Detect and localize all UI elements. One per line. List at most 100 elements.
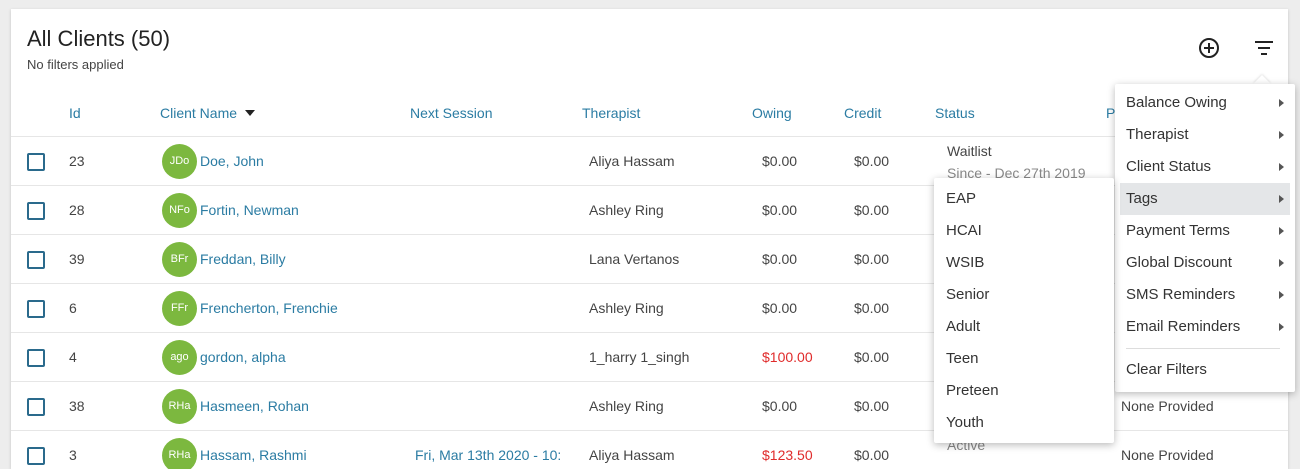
chevron-right-icon [1279,195,1284,203]
filter-menu-item-sms-reminders[interactable]: SMS Reminders [1120,279,1290,311]
therapist-name: Ashley Ring [589,202,664,218]
sort-desc-icon [245,110,256,117]
chevron-right-icon [1279,131,1284,139]
row-checkbox[interactable] [27,202,45,220]
owing-amount: $123.50 [762,447,813,463]
filter-menu-item-client-status[interactable]: Client Status [1120,151,1290,183]
credit-amount: $0.00 [854,447,890,463]
client-name-link[interactable]: Hasmeen, Rohan [200,398,309,414]
extra-value: None Provided [1121,447,1214,463]
avatar: RHa [162,389,197,424]
client-id: 6 [69,300,77,316]
tag-option-youth[interactable]: Youth [946,414,984,431]
clear-filters-button[interactable]: Clear Filters [1120,354,1290,386]
row-checkbox[interactable] [27,447,45,465]
client-id: 4 [69,349,77,365]
chevron-right-icon [1279,227,1284,235]
column-header-therapist[interactable]: Therapist [582,105,640,121]
column-header-credit[interactable]: Credit [844,105,881,121]
filter-menu-item-email-reminders[interactable]: Email Reminders [1120,311,1290,343]
plus-circle-icon[interactable] [1198,37,1220,59]
menu-item-label: SMS Reminders [1126,286,1236,303]
client-id: 38 [69,398,85,414]
filter-menu-item-global-discount[interactable]: Global Discount [1120,247,1290,279]
chevron-right-icon [1279,323,1284,331]
tag-option-preteen[interactable]: Preteen [946,382,999,399]
avatar: FFr [162,291,197,326]
next-session-link[interactable]: Fri, Mar 13th 2020 - 10: [415,447,561,463]
therapist-name: Ashley Ring [589,398,664,414]
avatar: NFo [162,193,197,228]
client-id: 39 [69,251,85,267]
filter-menu-item-therapist[interactable]: Therapist [1120,119,1290,151]
tag-option-wsib[interactable]: WSIB [946,254,984,271]
owing-amount: $0.00 [762,153,798,169]
filter-menu: Balance Owing Therapist Client Status Ta… [1115,84,1295,392]
tag-option-hcai[interactable]: HCAI [946,222,982,239]
avatar: RHa [162,438,197,469]
owing-amount: $0.00 [762,398,798,414]
client-id: 28 [69,202,85,218]
filter-menu-item-tags[interactable]: Tags [1120,183,1290,215]
menu-divider [1126,348,1280,349]
menu-item-label: Client Status [1126,158,1212,175]
filter-icon[interactable] [1253,39,1275,57]
credit-amount: $0.00 [854,202,890,218]
credit-amount: $0.00 [854,153,890,169]
owing-amount: $100.00 [762,349,813,365]
row-checkbox[interactable] [27,251,45,269]
menu-item-label: Global Discount [1126,254,1232,271]
client-name-link[interactable]: Frencherton, Frenchie [200,300,338,316]
client-name-link[interactable]: Doe, John [200,153,264,169]
row-checkbox[interactable] [27,398,45,416]
column-header-status[interactable]: Status [935,105,975,121]
filter-menu-item-payment-terms[interactable]: Payment Terms [1120,215,1290,247]
row-checkbox[interactable] [27,349,45,367]
tag-option-eap[interactable]: EAP [946,190,976,207]
tag-option-teen[interactable]: Teen [946,350,979,367]
chevron-right-icon [1279,99,1284,107]
menu-item-label: Therapist [1126,126,1189,143]
client-name-link[interactable]: Hassam, Rashmi [200,447,307,463]
credit-amount: $0.00 [854,251,890,267]
client-name-link[interactable]: Freddan, Billy [200,251,286,267]
owing-amount: $0.00 [762,300,798,316]
therapist-name: Aliya Hassam [589,153,675,169]
extra-value: None Provided [1121,398,1214,414]
credit-amount: $0.00 [854,349,890,365]
chevron-right-icon [1279,259,1284,267]
filter-menu-item-balance-owing[interactable]: Balance Owing [1120,87,1290,119]
owing-amount: $0.00 [762,251,798,267]
avatar: JDo [162,144,197,179]
row-checkbox[interactable] [27,300,45,318]
filter-menu-caret [1253,75,1271,84]
column-header-client-name[interactable]: Client Name [160,105,256,121]
tag-option-senior[interactable]: Senior [946,286,989,303]
client-id: 23 [69,153,85,169]
tags-submenu: EAP HCAI WSIB Senior Adult Teen Preteen … [934,178,1114,443]
owing-amount: $0.00 [762,202,798,218]
page-title: All Clients (50) [27,26,171,51]
client-name-link[interactable]: Fortin, Newman [200,202,299,218]
client-name-link[interactable]: gordon, alpha [200,349,286,365]
credit-amount: $0.00 [854,398,890,414]
therapist-name: Ashley Ring [589,300,664,316]
chevron-right-icon [1279,291,1284,299]
column-header-owing[interactable]: Owing [752,105,792,121]
tag-option-adult[interactable]: Adult [946,318,980,335]
menu-item-label: Payment Terms [1126,222,1230,239]
credit-amount: $0.00 [854,300,890,316]
avatar: ago [162,340,197,375]
column-header-next-session[interactable]: Next Session [410,105,492,121]
menu-item-label: Balance Owing [1126,94,1227,111]
column-header-extra[interactable]: P [1106,105,1115,121]
chevron-right-icon [1279,163,1284,171]
column-header-id[interactable]: Id [69,105,81,121]
filter-status-text: No filters applied [27,57,124,72]
client-id: 3 [69,447,77,463]
row-checkbox[interactable] [27,153,45,171]
therapist-name: 1_harry 1_singh [589,349,690,365]
menu-item-label: Tags [1126,190,1158,207]
therapist-name: Aliya Hassam [589,447,675,463]
menu-item-label: Email Reminders [1126,318,1241,335]
